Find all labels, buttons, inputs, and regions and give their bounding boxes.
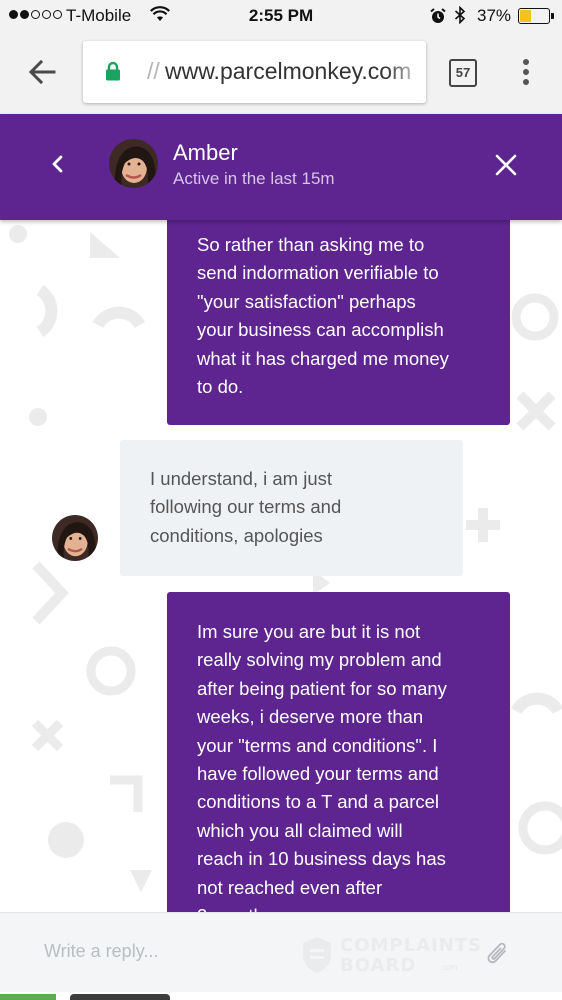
message-text: conditions to a T and a parcel — [197, 791, 440, 813]
reply-input[interactable]: Write a reply... — [44, 941, 158, 962]
chat-header: Amber Active in the last 15m — [0, 114, 562, 220]
message-text: what it has charged me money — [197, 347, 449, 369]
shield-icon — [303, 937, 331, 973]
alarm-icon — [430, 8, 446, 23]
watermark-line3: .com — [440, 963, 458, 972]
message-text: your "terms and conditions". I — [197, 734, 438, 756]
message-text: conditions, apologies — [150, 524, 323, 546]
watermark-line1: COMPLAINTS — [340, 935, 483, 956]
message-text: following our terms and — [150, 496, 342, 518]
message-text: not reached even after — [197, 876, 383, 898]
message-text: Im sure you are but it is not — [197, 621, 421, 642]
message-text: your business can accomplish — [197, 319, 444, 341]
battery-icon — [518, 8, 550, 24]
bottom-image-fragment — [70, 994, 170, 1000]
message-text: to do. — [197, 376, 244, 398]
tabs-icon[interactable]: 57 — [449, 59, 477, 87]
message-text: "your satisfaction" perhaps — [197, 290, 416, 312]
battery-percent: 37% — [477, 6, 512, 25]
battery-level — [520, 10, 532, 22]
battery-tip — [551, 13, 554, 19]
message-incoming: I understand, i am just following our te… — [120, 440, 463, 576]
overflow-menu-icon[interactable] — [516, 56, 536, 88]
avatar — [109, 139, 158, 188]
message-outgoing: So rather than asking me to send indorma… — [167, 220, 510, 425]
browser-toolbar: // www.parcelmonkey.com 57 — [0, 32, 562, 114]
chevron-left-icon[interactable] — [44, 150, 72, 178]
paperclip-icon[interactable] — [485, 939, 511, 969]
reply-composer: Write a reply... COMPLAINTS BOARD .com — [0, 912, 562, 992]
url-fade — [386, 41, 426, 103]
message-outgoing: Im sure you are but it is not really sol… — [167, 592, 510, 912]
bluetooth-icon — [454, 6, 466, 24]
message-text: So rather than asking me to — [197, 234, 425, 255]
message-text: reach in 10 business days has — [197, 848, 446, 870]
conversation[interactable]: So rather than asking me to send indorma… — [0, 220, 562, 912]
message-text: send indormation verifiable to — [197, 262, 439, 284]
url-scheme: // — [147, 58, 160, 84]
message-text: 2 months — [197, 902, 490, 912]
agent-status: Active in the last 15m — [173, 169, 335, 188]
bottom-image-fragment — [0, 994, 56, 1000]
address-bar[interactable]: // www.parcelmonkey.com — [83, 41, 426, 103]
status-bar: T-Mobile 2:55 PM 37% — [0, 0, 562, 32]
agent-name: Amber — [173, 140, 238, 165]
screen: T-Mobile 2:55 PM 37% // www.parcelmonkey… — [0, 0, 562, 1000]
message-text: really solving my problem and — [197, 649, 442, 671]
back-arrow-icon[interactable] — [26, 56, 58, 88]
complaintsboard-watermark: COMPLAINTS BOARD .com — [300, 935, 496, 977]
watermark-line2: BOARD — [340, 955, 417, 976]
message-text: after being patient for so many — [197, 677, 447, 699]
message-text: which you all claimed will — [197, 819, 403, 841]
avatar — [52, 515, 98, 561]
close-icon[interactable] — [492, 151, 520, 179]
url-text: www.parcelmonkey.com — [165, 58, 412, 84]
message-text: weeks, i deserve more than — [197, 706, 424, 728]
message-text: I understand, i am just — [150, 468, 333, 489]
lock-icon — [106, 61, 120, 81]
message-text: have followed your terms and — [197, 763, 439, 785]
